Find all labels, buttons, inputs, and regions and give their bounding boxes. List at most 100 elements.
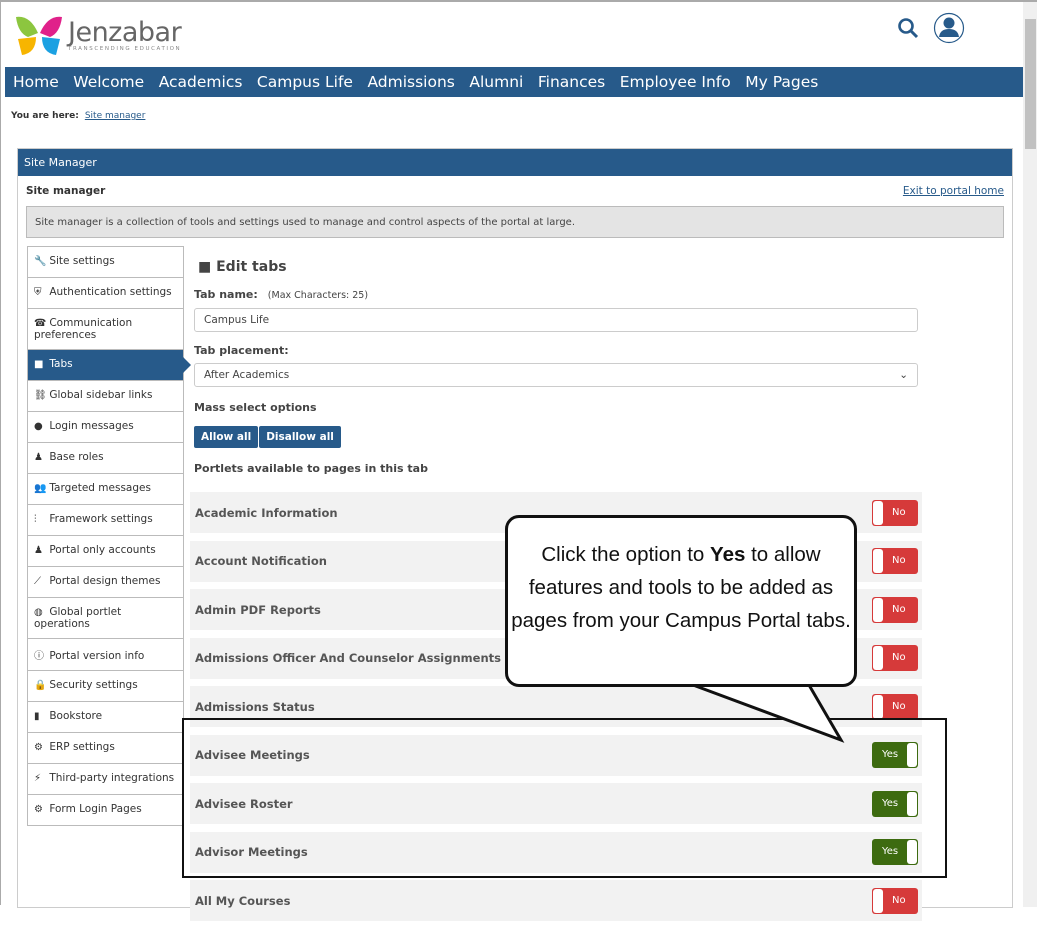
portlet-toggle[interactable]: No [872, 645, 918, 671]
sidebar-item-label: Communication preferences [34, 317, 133, 341]
tab-placement-label: Tab placement: [194, 344, 289, 357]
panel-title: Site manager [26, 185, 106, 197]
callout-text-pre: Click the option to [541, 543, 711, 566]
lock-icon: 🔒 [34, 680, 47, 691]
nav-welcome[interactable]: Welcome [73, 73, 144, 91]
sidebar-item-label: Framework settings [49, 513, 153, 525]
sidebar-item-base-roles[interactable]: ♟ Base roles [28, 443, 183, 474]
sidebar-item-portal-design-themes[interactable]: ⟋ Portal design themes [28, 567, 183, 598]
nav-alumni[interactable]: Alumni [469, 73, 523, 91]
folder-icon: ■ [34, 359, 44, 370]
instruction-callout: Click the option to Yes to allow feature… [505, 515, 857, 687]
nav-home[interactable]: Home [13, 73, 59, 91]
main-nav: Home Welcome Academics Campus Life Admis… [5, 67, 1023, 97]
portlet-name: Admin PDF Reports [195, 602, 321, 617]
breadcrumb: You are here: Site manager [11, 111, 145, 121]
portlet-name: Admissions Status [195, 699, 315, 714]
disallow-all-button[interactable]: Disallow all [259, 426, 341, 448]
edit-tabs-title: Edit tabs [216, 259, 287, 275]
sidebar-item-form-login-pages[interactable]: ⚙ Form Login Pages [28, 795, 183, 826]
breadcrumb-site-manager[interactable]: Site manager [85, 111, 146, 121]
sidebar-item-framework-settings[interactable]: ⫶ Framework settings [28, 505, 183, 536]
max-chars-hint: (Max Characters: 25) [267, 290, 369, 301]
exit-to-portal-home-link[interactable]: Exit to portal home [903, 185, 1004, 197]
sidebar-item-label: Base roles [49, 451, 104, 463]
portlet-toggle[interactable]: No [872, 499, 918, 526]
edit-tabs-heading: ■ Edit tabs [198, 259, 929, 275]
globe-icon: ◍ [34, 607, 43, 618]
toggle-label: No [892, 555, 906, 566]
portlet-name: Admissions Officer And Counselor Assignm… [195, 651, 501, 665]
allow-all-button[interactable]: Allow all [194, 426, 259, 448]
toggle-label: No [892, 652, 906, 663]
book-icon: ▮ [34, 711, 40, 722]
scrollbar-thumb[interactable] [1025, 19, 1036, 149]
plug-icon: ⚡ [34, 773, 42, 784]
sidebar-item-communication-preferences[interactable]: ☎ Communication preferences [28, 309, 183, 350]
nav-my-pages[interactable]: My Pages [745, 73, 818, 91]
sidebar-item-label: Third-party integrations [49, 772, 175, 784]
portlet-toggle[interactable]: No [872, 548, 918, 574]
gears-icon: ⚙ [34, 804, 43, 815]
portlet-name: Academic Information [195, 505, 338, 520]
sidebar-item-tabs[interactable]: ■ Tabs [28, 350, 191, 381]
tab-placement-select[interactable]: After Academics ⌄ [194, 363, 918, 387]
search-icon[interactable] [897, 17, 919, 39]
sidebar-item-label: Global sidebar links [49, 389, 153, 401]
nav-finances[interactable]: Finances [538, 73, 605, 91]
user-plus-icon: ♟ [34, 545, 43, 556]
callout-text-bold: Yes [710, 543, 746, 566]
nav-admissions[interactable]: Admissions [367, 73, 454, 91]
portlet-toggle[interactable]: No [872, 693, 918, 720]
portlet-toggle[interactable]: No [872, 887, 918, 914]
sidebar-item-label: Authentication settings [49, 286, 172, 298]
sidebar-item-security-settings[interactable]: 🔒 Security settings [28, 671, 183, 702]
edit-tabs-form: ■ Edit tabs Tab name: (Max Characters: 25… [194, 259, 929, 475]
tab-placement-value: After Academics [204, 369, 290, 381]
portlet-toggle[interactable]: No [872, 596, 918, 623]
portlet-row: All My Courses No [190, 880, 922, 921]
comment-icon: ● [34, 421, 43, 432]
portlet-name: All My Courses [195, 893, 291, 908]
jenzabar-logo[interactable]: Jenzabar TRANSCENDING EDUCATION [14, 15, 182, 57]
sidebar-item-label: Form Login Pages [49, 803, 142, 815]
sidebar-item-label: Global portlet operations [34, 606, 122, 630]
info-icon: ⓘ [34, 651, 44, 662]
toggle-label: No [892, 506, 906, 518]
sidebar-item-label: Portal design themes [49, 575, 161, 587]
butterfly-logo-icon [16, 16, 62, 55]
sidebar-item-portal-version-info[interactable]: ⓘ Portal version info [28, 639, 183, 671]
sliders-icon: ⫶ [34, 514, 37, 525]
tab-name-input[interactable]: Campus Life [194, 308, 918, 332]
sidebar-item-label: Site settings [49, 255, 115, 267]
gear-icon: ⚙ [34, 742, 43, 753]
sidebar-item-authentication-settings[interactable]: ⛨ Authentication settings [28, 278, 183, 309]
user-profile-icon[interactable] [933, 12, 965, 44]
callout-tail [691, 682, 845, 743]
sidebar-item-third-party-integrations[interactable]: ⚡ Third-party integrations [28, 764, 183, 795]
users-icon: 👥 [34, 483, 47, 494]
folder-icon: ■ [198, 259, 217, 275]
nav-campus-life[interactable]: Campus Life [257, 73, 353, 91]
toggle-label: No [892, 894, 906, 906]
sidebar-item-bookstore[interactable]: ▮ Bookstore [28, 702, 183, 733]
sidebar-item-login-messages[interactable]: ● Login messages [28, 412, 183, 443]
sidebar-item-label: Bookstore [49, 710, 103, 722]
chevron-down-icon: ⌄ [899, 369, 908, 381]
portlet-name: Account Notification [195, 554, 327, 568]
nav-academics[interactable]: Academics [159, 73, 243, 91]
sidebar-item-global-sidebar-links[interactable]: ⛓ Global sidebar links [28, 381, 183, 412]
sidebar-item-global-portlet-operations[interactable]: ◍ Global portlet operations [28, 598, 183, 639]
sidebar-item-portal-only-accounts[interactable]: ♟ Portal only accounts [28, 536, 183, 567]
tab-name-label: Tab name: [194, 288, 258, 301]
sidebar-item-label: Targeted messages [49, 482, 151, 494]
vertical-scrollbar[interactable] [1023, 2, 1037, 907]
portlets-label: Portlets available to pages in this tab [194, 462, 428, 475]
sidebar-item-erp-settings[interactable]: ⚙ ERP settings [28, 733, 183, 764]
sidebar-item-label: ERP settings [49, 741, 115, 753]
sidebar-item-site-settings[interactable]: 🔧 Site settings [28, 247, 183, 278]
sidebar-item-label: Login messages [49, 420, 134, 432]
wrench-icon: 🔧 [34, 256, 47, 267]
sidebar-item-targeted-messages[interactable]: 👥 Targeted messages [28, 474, 183, 505]
nav-employee-info[interactable]: Employee Info [620, 73, 731, 91]
